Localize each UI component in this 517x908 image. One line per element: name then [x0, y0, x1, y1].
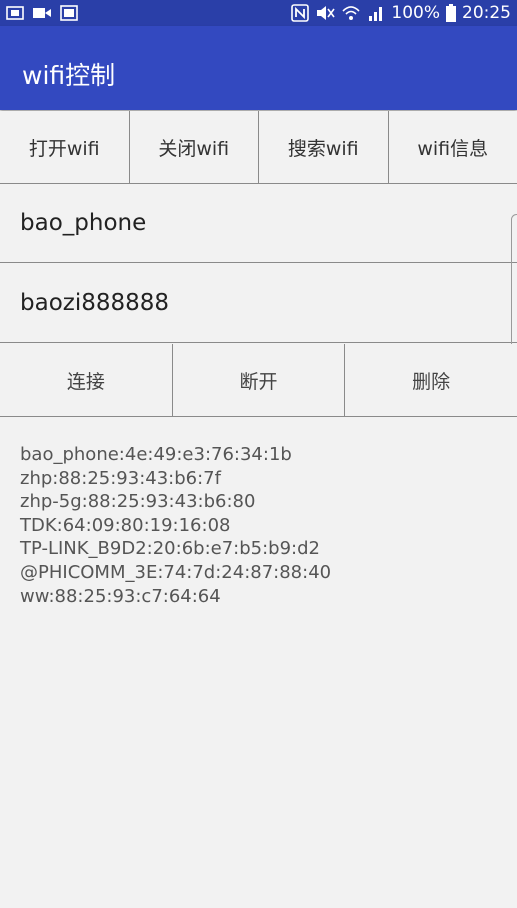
wifi-scan-results: bao_phone:4e:49:e3:76:34:1b zhp:88:25:93… [20, 443, 331, 608]
battery-icon [446, 4, 456, 22]
search-wifi-button[interactable]: 搜索wifi [259, 111, 389, 183]
page-title: wifi控制 [22, 61, 116, 90]
wifi-icon [342, 6, 360, 20]
wifi-control-buttons: 打开wifi 关闭wifi 搜索wifi wifi信息 [0, 111, 517, 184]
app-bar: wifi控制 [0, 26, 517, 110]
status-bar: 100% 20:25 [0, 0, 517, 26]
list-item: ww:88:25:93:c7:64:64 [20, 585, 221, 607]
delete-button[interactable]: 删除 [345, 344, 517, 416]
list-item: TP-LINK_B9D2:20:6b:e7:b5:b9:d2 [20, 538, 320, 560]
connect-button[interactable]: 连接 [0, 344, 173, 416]
status-left-icons [6, 4, 78, 22]
wifi-info-button[interactable]: wifi信息 [389, 111, 517, 183]
connection-action-buttons: 连接 断开 删除 [0, 344, 517, 417]
list-item: zhp-5g:88:25:93:43:b6:80 [20, 491, 256, 513]
password-value: baozi888888 [20, 290, 170, 316]
status-right: 100% 20:25 [291, 2, 511, 24]
open-wifi-button[interactable]: 打开wifi [0, 111, 130, 183]
nfc-icon [291, 4, 310, 22]
close-wifi-button[interactable]: 关闭wifi [130, 111, 259, 183]
video-icon [33, 8, 51, 18]
screenshot-icon [6, 6, 24, 20]
gallery-icon [60, 5, 78, 21]
list-item: bao_phone:4e:49:e3:76:34:1b [20, 444, 292, 465]
list-item: @PHICOMM_3E:74:7d:24:87:88:40 [20, 561, 332, 583]
password-field[interactable]: baozi888888 [0, 264, 517, 343]
ssid-field[interactable]: bao_phone [0, 184, 517, 263]
clock: 20:25 [462, 3, 511, 23]
battery-percent: 100% [391, 3, 440, 23]
disconnect-button[interactable]: 断开 [173, 344, 346, 416]
signal-icon [369, 7, 383, 21]
list-item: TDK:64:09:80:19:16:08 [20, 514, 231, 536]
mute-icon [317, 6, 336, 20]
ssid-value: bao_phone [20, 210, 147, 236]
list-item: zhp:88:25:93:43:b6:7f [20, 467, 221, 489]
